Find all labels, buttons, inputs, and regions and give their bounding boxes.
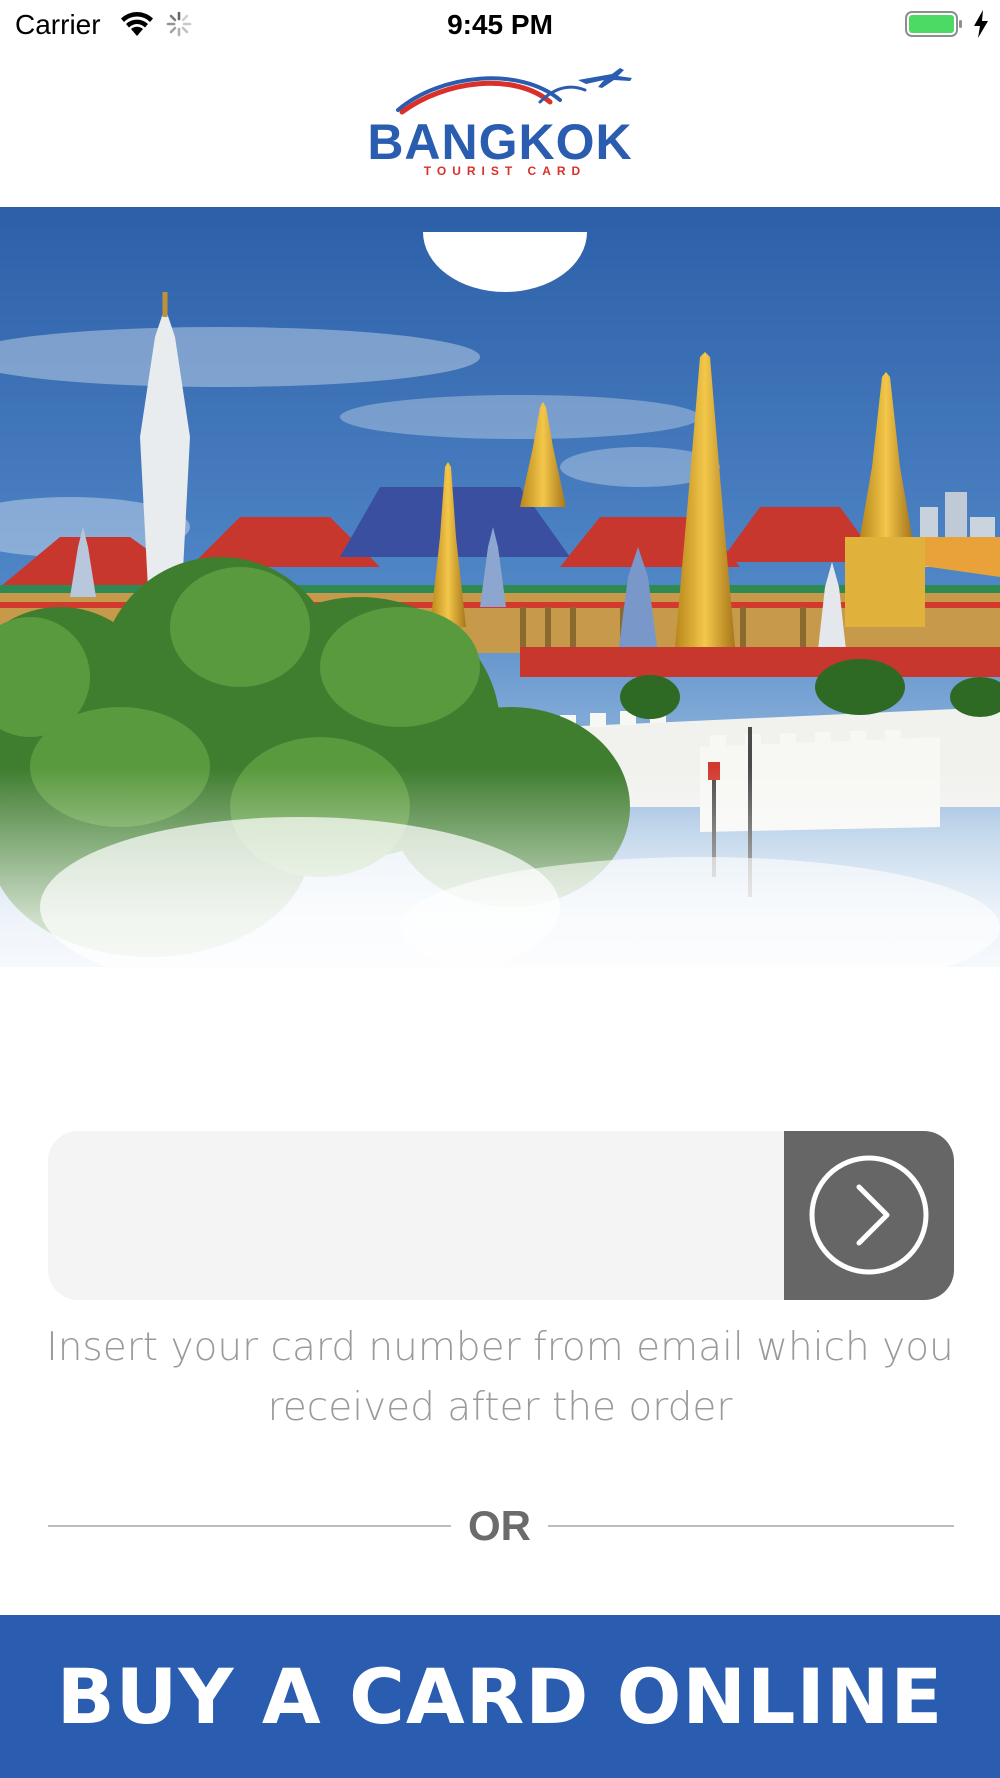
hero-image xyxy=(0,207,1000,1045)
hint-line-1: Insert your card number from email which… xyxy=(46,1325,954,1370)
hint-line-2: received after the order xyxy=(267,1385,733,1430)
logo-wordmark: BANGKOK xyxy=(367,114,633,170)
or-separator: OR xyxy=(468,1502,531,1549)
logo-subtitle: TOURIST CARD xyxy=(423,164,587,178)
battery-icon xyxy=(905,11,962,37)
buy-card-online-label: BUY A CARD ONLINE xyxy=(56,1652,944,1741)
logo-notch xyxy=(423,232,587,292)
divider-line-right xyxy=(548,1525,954,1527)
grand-palace-photo xyxy=(0,207,1000,1045)
chevron-right-circle-icon xyxy=(809,1155,929,1275)
status-time: 9:45 PM xyxy=(447,9,553,40)
card-number-input[interactable] xyxy=(48,1131,784,1300)
status-bar: Carrier 9:45 PM xyxy=(0,0,1000,50)
app-logo: BANGKOK TOURIST CARD xyxy=(350,62,650,184)
card-number-form xyxy=(48,1131,954,1300)
submit-card-button[interactable] xyxy=(784,1131,954,1300)
card-number-hint: Insert your card number from email which… xyxy=(40,1318,960,1438)
divider-line-left xyxy=(48,1525,451,1527)
buy-card-online-button[interactable]: BUY A CARD ONLINE xyxy=(0,1615,1000,1778)
charging-bolt-icon xyxy=(974,10,988,38)
